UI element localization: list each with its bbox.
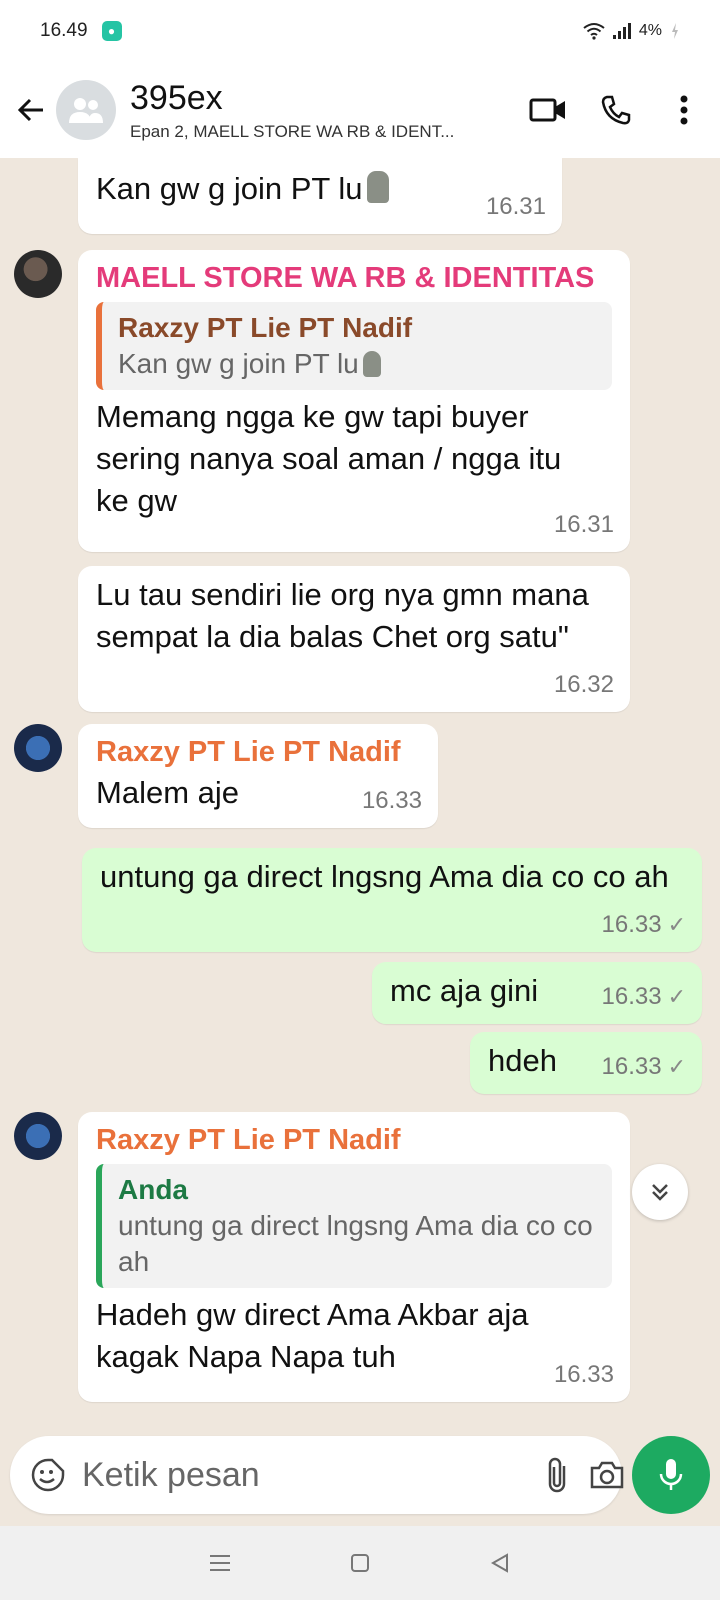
wifi-icon: [583, 23, 605, 40]
triangle-back-icon: [490, 1553, 508, 1573]
quoted-text: Kan gw g join PT lu: [118, 348, 359, 379]
sender-name: MAELL STORE WA RB & IDENTITAS: [96, 262, 595, 294]
signal-icon: [612, 23, 631, 39]
paperclip-icon: [548, 1457, 566, 1493]
sender-avatar[interactable]: [14, 1112, 62, 1160]
chat-title: 395ex: [130, 79, 223, 117]
message-text: Hadeh gw direct Ama Akbar aja kagak Napa…: [96, 1297, 529, 1374]
square-icon: [351, 1554, 369, 1572]
message-time: 16.33: [553, 1361, 614, 1388]
back-button[interactable]: [14, 93, 48, 127]
message-bubble-outgoing[interactable]: mc aja gini 16.33 ✓: [372, 962, 702, 1024]
message-bubble[interactable]: Raxzy PT Lie PT Nadif Anda untung ga dir…: [78, 1112, 630, 1402]
quoted-text: untung ga direct lngsng Ama dia co co ah: [118, 1210, 593, 1277]
quoted-sender: Anda: [118, 1174, 188, 1205]
chat-header: 395ex Epan 2, MAELL STORE WA RB & IDENT.…: [0, 62, 720, 158]
message-bubble-outgoing[interactable]: hdeh 16.33 ✓: [470, 1032, 702, 1094]
status-bar: 16.49 ● 4%: [0, 0, 720, 62]
message-time: 16.33: [601, 911, 662, 938]
message-status: 16.33 ✓: [602, 904, 687, 946]
message-time: 16.33: [601, 1053, 662, 1080]
phone-icon: [601, 95, 631, 125]
double-chevron-down-icon: [652, 1184, 668, 1201]
microphone-icon: [659, 1459, 683, 1490]
sent-check-icon: ✓: [667, 1054, 686, 1079]
message-input[interactable]: [82, 1455, 525, 1495]
notification-icon: ●: [101, 21, 122, 41]
moai-emoji-icon: [362, 351, 381, 377]
sticker-icon: [31, 1458, 65, 1492]
sender-name: Raxzy PT Lie PT Nadif: [96, 1124, 401, 1156]
group-avatar[interactable]: [56, 80, 116, 140]
arrow-left-icon: [17, 98, 43, 122]
status-time: 16.49: [40, 20, 88, 41]
voice-message-button[interactable]: [632, 1436, 710, 1514]
camera-button[interactable]: [589, 1455, 625, 1495]
chat-area[interactable]: Kan gw g join PT lu 16.31 MAELL STORE WA…: [0, 158, 720, 1430]
home-button[interactable]: [340, 1543, 380, 1583]
battery-percent: 4%: [638, 22, 662, 39]
message-time: 16.33: [361, 787, 422, 814]
message-status: 16.33 ✓: [602, 976, 687, 1018]
message-bubble[interactable]: MAELL STORE WA RB & IDENTITAS Raxzy PT L…: [78, 250, 630, 552]
more-options-button[interactable]: [662, 88, 706, 132]
camera-icon: [590, 1461, 624, 1489]
message-text: hdeh: [488, 1043, 557, 1078]
recents-button[interactable]: [200, 1543, 240, 1583]
sender-avatar[interactable]: [14, 724, 62, 772]
sender-name: Raxzy PT Lie PT Nadif: [96, 736, 401, 768]
attach-button[interactable]: [545, 1455, 569, 1495]
sent-check-icon: ✓: [667, 912, 686, 937]
video-call-button[interactable]: [526, 88, 570, 132]
message-time: 16.32: [553, 671, 614, 698]
message-text: mc aja gini: [390, 973, 539, 1008]
system-nav-bar: [0, 1526, 720, 1600]
voice-call-button[interactable]: [594, 88, 638, 132]
message-bubble-outgoing[interactable]: untung ga direct lngsng Ama dia co co ah…: [82, 848, 702, 952]
quoted-message[interactable]: Raxzy PT Lie PT Nadif Kan gw g join PT l…: [96, 302, 612, 390]
more-vertical-icon: [680, 95, 688, 125]
menu-lines-icon: [210, 1555, 230, 1571]
status-indicators: 4%: [583, 22, 680, 40]
message-time: 16.31: [553, 511, 614, 538]
chat-participants: Epan 2, MAELL STORE WA RB & IDENT...: [130, 122, 455, 141]
battery-charging-icon: [672, 23, 678, 39]
quoted-sender: Raxzy PT Lie PT Nadif: [118, 312, 413, 343]
message-text: Kan gw g join PT lu: [96, 171, 363, 206]
message-status: 16.33 ✓: [602, 1046, 687, 1088]
back-nav-button[interactable]: [480, 1543, 520, 1583]
message-text: Memang ngga ke gw tapi buyer sering nany…: [96, 399, 562, 518]
quoted-message[interactable]: Anda untung ga direct lngsng Ama dia co …: [96, 1164, 612, 1288]
message-bubble[interactable]: Kan gw g join PT lu 16.31: [78, 158, 562, 234]
scroll-to-bottom-button[interactable]: [632, 1164, 688, 1220]
moai-emoji-icon: [366, 171, 389, 203]
group-icon: [69, 98, 103, 123]
message-bubble[interactable]: Lu tau sendiri lie org nya gmn mana semp…: [78, 566, 630, 712]
sender-avatar[interactable]: [14, 250, 62, 298]
message-bubble[interactable]: Raxzy PT Lie PT Nadif Malem aje 16.33: [78, 724, 438, 828]
video-camera-icon: [529, 98, 565, 122]
message-text: Lu tau sendiri lie org nya gmn mana semp…: [96, 577, 589, 654]
message-text: untung ga direct lngsng Ama dia co co ah: [100, 859, 669, 894]
sent-check-icon: ✓: [667, 984, 686, 1009]
message-composer: [10, 1436, 625, 1514]
message-time: 16.31: [485, 193, 546, 220]
chat-title-block[interactable]: 395ex Epan 2, MAELL STORE WA RB & IDENT.…: [130, 78, 502, 142]
emoji-button[interactable]: [30, 1455, 66, 1495]
message-time: 16.33: [601, 983, 662, 1010]
